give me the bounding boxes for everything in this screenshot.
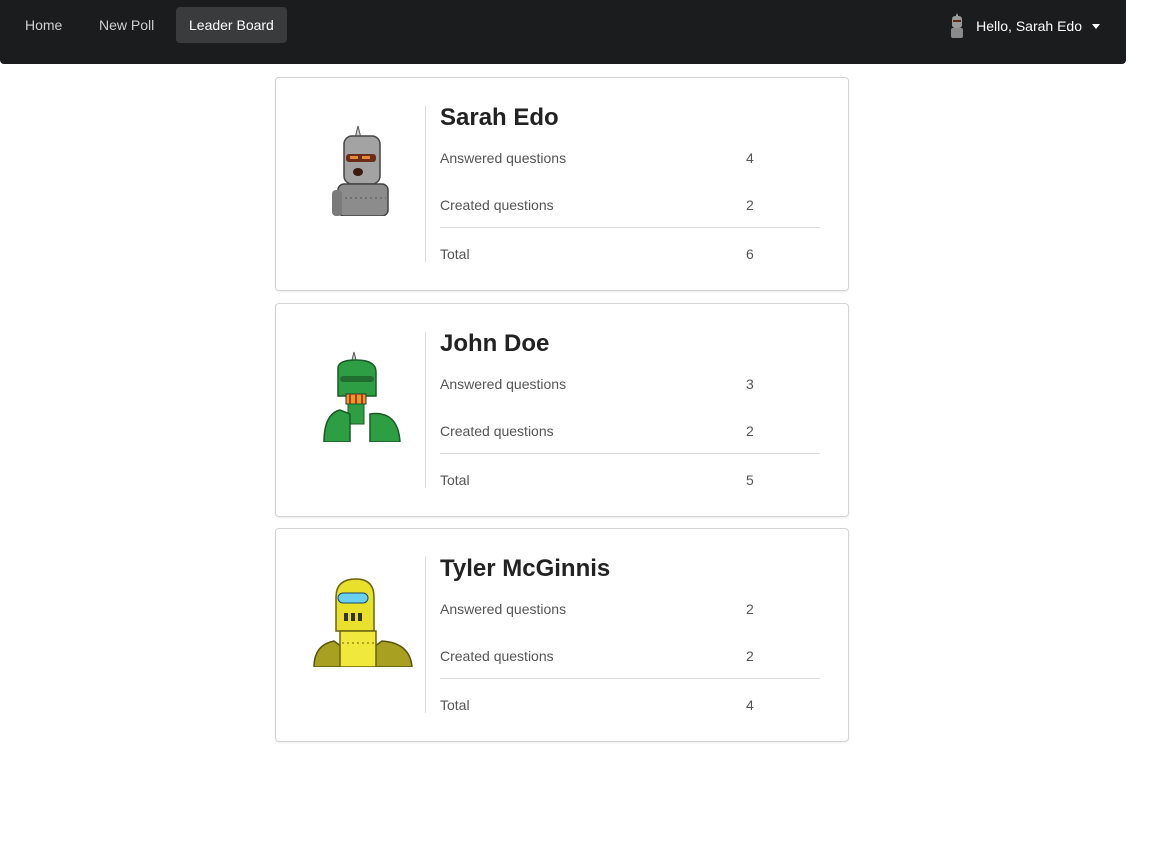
leaderboard-card: John Doe Answered questions 3 Created qu…: [275, 303, 849, 517]
vertical-divider: [425, 106, 426, 262]
answered-label: Answered questions: [440, 150, 567, 166]
answered-label: Answered questions: [440, 376, 567, 392]
total-label: Total: [440, 246, 470, 262]
nav-leader-board[interactable]: Leader Board: [176, 7, 287, 43]
nav-home[interactable]: Home: [12, 7, 75, 43]
dropdown-caret-icon: [1092, 23, 1100, 29]
total-label: Total: [440, 472, 470, 488]
created-label: Created questions: [440, 423, 554, 439]
user-avatar-icon: [951, 13, 964, 38]
created-label: Created questions: [440, 648, 554, 664]
answered-label: Answered questions: [440, 601, 567, 617]
leaderboard-card: Sarah Edo Answered questions 4 Created q…: [275, 77, 849, 291]
user-name: Sarah Edo: [440, 104, 559, 131]
grey-robot-icon: [332, 125, 389, 216]
answered-count: 3: [746, 376, 754, 392]
answered-count: 4: [746, 150, 754, 166]
created-label: Created questions: [440, 197, 554, 213]
user-greeting: Hello, Sarah Edo: [976, 18, 1082, 34]
horizontal-divider: [440, 678, 820, 679]
answered-count: 2: [746, 601, 754, 617]
nav-new-poll[interactable]: New Poll: [86, 7, 167, 43]
user-menu[interactable]: Hello, Sarah Edo: [948, 12, 1100, 40]
created-count: 2: [746, 648, 754, 664]
leaderboard-card: Tyler McGinnis Answered questions 2 Crea…: [275, 528, 849, 742]
green-robot-icon: [323, 351, 401, 442]
total-count: 6: [746, 246, 754, 262]
horizontal-divider: [440, 227, 820, 228]
vertical-divider: [425, 557, 426, 713]
total-label: Total: [440, 697, 470, 713]
yellow-robot-icon: [313, 578, 413, 667]
user-name: Tyler McGinnis: [440, 555, 611, 582]
created-count: 2: [746, 197, 754, 213]
horizontal-divider: [440, 453, 820, 454]
total-count: 4: [746, 697, 754, 713]
total-count: 5: [746, 472, 754, 488]
top-navbar: Home New Poll Leader Board Hello, Sarah …: [0, 0, 1126, 64]
created-count: 2: [746, 423, 754, 439]
vertical-divider: [425, 332, 426, 488]
user-name: John Doe: [440, 330, 550, 357]
